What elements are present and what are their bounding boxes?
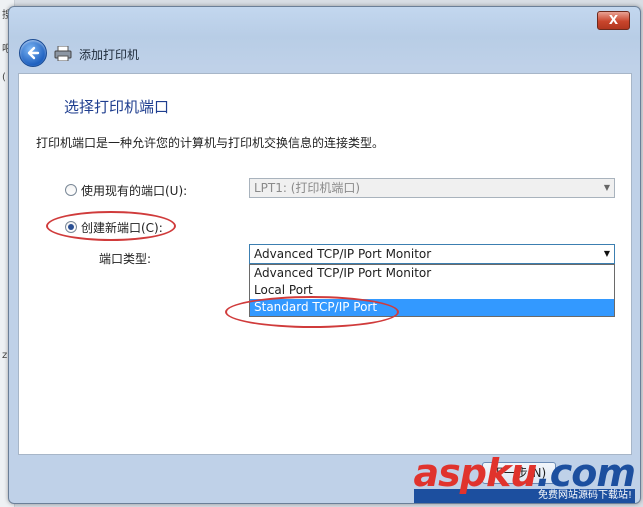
back-button[interactable]: [19, 39, 47, 67]
chevron-down-icon: ▼: [603, 183, 610, 192]
dropdown-option-advanced-tcpip[interactable]: Advanced TCP/IP Port Monitor: [250, 265, 614, 282]
dialog-content: 选择打印机端口 打印机端口是一种允许您的计算机与打印机交换信息的连接类型。 使用…: [18, 73, 632, 455]
page-title: 选择打印机端口: [64, 98, 170, 116]
create-new-port-label[interactable]: 创建新端口(C):: [81, 219, 163, 236]
back-arrow-icon: [27, 46, 40, 60]
printer-icon: [54, 46, 72, 61]
chevron-down-icon[interactable]: ▼: [604, 245, 610, 263]
create-new-port-radio[interactable]: [65, 221, 77, 233]
port-type-select[interactable]: Advanced TCP/IP Port Monitor ▼: [249, 244, 615, 264]
dropdown-option-standard-tcpip[interactable]: Standard TCP/IP Port: [250, 299, 614, 316]
background-text-fragment: (: [2, 72, 6, 83]
watermark-text: aspku: [413, 451, 538, 495]
close-button[interactable]: X: [597, 11, 630, 30]
use-existing-port-radio[interactable]: [65, 184, 77, 196]
background-text-fragment: z: [2, 350, 8, 361]
existing-port-select: LPT1: (打印机端口) ▼: [249, 178, 615, 198]
dialog-title: 添加打印机: [79, 48, 140, 62]
site-watermark: aspku.com 免费网站源码下载站!: [413, 451, 636, 503]
dialog-header: 添加打印机: [9, 33, 640, 73]
port-type-value: Advanced TCP/IP Port Monitor: [254, 247, 432, 261]
port-type-label: 端口类型:: [99, 252, 152, 266]
dropdown-option-local-port[interactable]: Local Port: [250, 282, 614, 299]
watermark-logo: aspku.com: [413, 451, 636, 495]
existing-port-value: LPT1: (打印机端口): [254, 181, 361, 195]
page-description: 打印机端口是一种允许您的计算机与打印机交换信息的连接类型。: [36, 136, 385, 150]
use-existing-port-label[interactable]: 使用现有的端口(U):: [81, 182, 187, 199]
add-printer-dialog: X 添加打印机 选择打印机端口 打印机端口是一种允许您的计算机与打印机交换信息的…: [8, 6, 641, 504]
port-type-dropdown: Advanced TCP/IP Port Monitor Local Port …: [249, 264, 615, 317]
